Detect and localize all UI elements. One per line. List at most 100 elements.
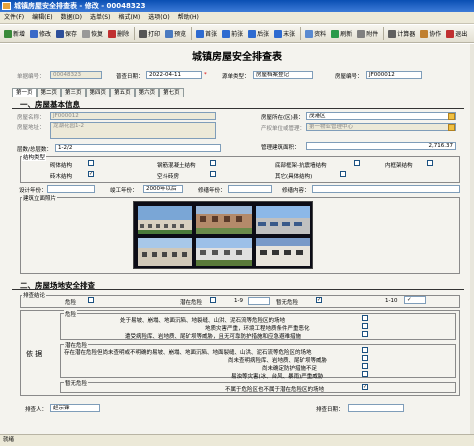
house-no-field[interactable]: JF000012	[366, 71, 422, 79]
repair-content-field[interactable]	[312, 185, 460, 193]
tab-page-7[interactable]: 第七页	[159, 88, 184, 97]
new-button[interactable]: 新增	[2, 26, 27, 42]
check-date-field[interactable]: 2022-04-11	[146, 71, 202, 79]
save-button[interactable]: 保存	[54, 26, 79, 42]
building-facade-photo[interactable]	[133, 201, 313, 269]
undo-button[interactable]: 恢复	[80, 26, 105, 42]
tab-page-5[interactable]: 第五页	[110, 88, 135, 97]
calculator-icon	[388, 29, 397, 38]
menu-format[interactable]: 格式(M)	[114, 12, 144, 24]
danger-item-2-checkbox[interactable]	[362, 323, 368, 329]
data-button[interactable]: 资料	[303, 26, 328, 42]
conclusion-range-1-field[interactable]	[248, 297, 270, 305]
next-button[interactable]: 后张	[246, 26, 271, 42]
page-tabs: 第一页 第二页 第三页 第四页 第五页 第六页 第七页	[12, 88, 184, 97]
section-divider-2	[12, 289, 464, 290]
house-addr-label: 房屋地址：	[17, 125, 45, 131]
struct-frame-checkbox[interactable]	[354, 160, 360, 166]
struct-hollow-checkbox[interactable]	[210, 171, 216, 177]
source-type-field[interactable]: 房屋档案登记	[253, 71, 313, 79]
tab-page-6[interactable]: 第六页	[134, 88, 160, 97]
inspector-field[interactable]: 赵宗锋	[50, 404, 100, 412]
struct-inner-frame-checkbox[interactable]	[427, 160, 433, 166]
potential-item-2-checkbox[interactable]	[362, 355, 368, 361]
potential-item-4: 易浊等灾害(冰、台风、暴雨)严重威胁	[231, 374, 324, 380]
repair-year-field[interactable]	[228, 185, 272, 193]
struct-other-checkbox[interactable]	[340, 171, 346, 177]
conclusion-none-checkbox[interactable]: ✓	[316, 297, 322, 303]
form-title: 城镇房屋安全排查表	[192, 52, 282, 63]
delete-button[interactable]: 删除	[106, 26, 131, 42]
last-button[interactable]: 末张	[272, 26, 297, 42]
house-addr-field[interactable]: 龙湖花园1-2	[50, 122, 216, 139]
district-picker-icon[interactable]	[448, 113, 455, 120]
potential-item-1-checkbox[interactable]	[362, 347, 368, 353]
print-button[interactable]: 打印	[137, 26, 162, 42]
prev-button[interactable]: 前张	[220, 26, 245, 42]
menu-data[interactable]: 数据(D)	[57, 12, 86, 24]
struct-brickwood-checkbox[interactable]: ✓	[88, 171, 94, 177]
menu-edit[interactable]: 编辑(E)	[28, 12, 56, 24]
tab-page-2[interactable]: 第二页	[36, 88, 62, 97]
toolbar-label: 计算器	[397, 31, 416, 38]
district-field[interactable]: 茂港区	[306, 112, 456, 120]
refresh-button[interactable]: 刷新	[329, 26, 354, 42]
danger-item-1-checkbox[interactable]	[362, 315, 368, 321]
conclusion-range-2-field[interactable]: ✓	[404, 296, 426, 304]
conclusion-danger-checkbox[interactable]	[88, 297, 94, 303]
vertical-scrollbar[interactable]	[470, 44, 474, 434]
menu-help[interactable]: 帮助(H)	[174, 12, 203, 24]
struct-masonry-checkbox[interactable]	[88, 160, 94, 166]
conclusion-danger-label: 危险	[65, 300, 77, 306]
unit-field[interactable]: 第一物业管理中心	[306, 123, 456, 131]
doc-no-label: 单据编号：	[17, 74, 45, 80]
tab-page-1[interactable]: 第一页	[12, 88, 37, 97]
app-icon	[2, 2, 11, 10]
danger-item-3-checkbox[interactable]	[362, 331, 368, 337]
design-year-field[interactable]	[47, 185, 95, 193]
house-name-field[interactable]: JF000012	[50, 112, 216, 120]
potential-item-3-checkbox[interactable]	[362, 363, 368, 369]
exit-button[interactable]: 退出	[444, 26, 469, 42]
build-year-field[interactable]: 2000年以后	[143, 185, 183, 193]
collab-button[interactable]: 协作	[418, 26, 443, 42]
exit-icon	[446, 29, 455, 38]
menu-select[interactable]: 选单(S)	[86, 12, 115, 24]
toolbar-label: 预览	[174, 31, 187, 38]
none-subgroup-title: 暂无危险	[64, 379, 89, 387]
unit-picker-icon[interactable]	[448, 124, 455, 131]
toolbar-separator	[383, 27, 385, 40]
toolbar-label: 打印	[148, 31, 161, 38]
prev-icon	[222, 29, 231, 38]
tab-page-3[interactable]: 第三页	[61, 88, 86, 97]
collab-icon	[420, 29, 429, 38]
menu-file[interactable]: 文件(F)	[0, 12, 28, 24]
floors-field[interactable]: 1-2/2	[55, 144, 221, 152]
struct-other-label: 其它(具体结构)	[275, 174, 313, 180]
toolbar-label: 首张	[205, 31, 218, 38]
struct-frame-label: 底部框架-抗震墙结构	[275, 163, 327, 169]
first-button[interactable]: 首张	[194, 26, 219, 42]
unit-label: 产权单位或管理：	[261, 126, 306, 132]
tab-page-4[interactable]: 第四页	[85, 88, 111, 97]
area-field[interactable]: 2,716.37	[306, 142, 456, 150]
first-icon	[196, 29, 205, 38]
potential-item-4-checkbox[interactable]	[362, 371, 368, 377]
attach-icon	[357, 29, 366, 38]
struct-rc-checkbox[interactable]	[210, 160, 216, 166]
required-mark: *	[204, 72, 207, 78]
conclusion-potential-checkbox[interactable]	[210, 297, 216, 303]
toolbar-label: 前张	[231, 31, 244, 38]
window-title: 城镇房屋安全排查表 - 修改 - 00048323	[14, 2, 146, 10]
attach-button[interactable]: 附件	[355, 26, 380, 42]
edit-button[interactable]: 修改	[28, 26, 53, 42]
none-item: 不属于危险区也不属于潜在危险区的场地	[225, 387, 325, 393]
toolbar-label: 末张	[283, 31, 296, 38]
preview-button[interactable]: 预览	[163, 26, 188, 42]
menu-options[interactable]: 选项(O)	[144, 12, 173, 24]
inspect-date-field[interactable]	[348, 404, 404, 412]
structure-group-title: 结构类型	[22, 153, 47, 161]
none-item-checkbox[interactable]: ✓	[362, 384, 368, 390]
calculator-button[interactable]: 计算器	[386, 26, 417, 42]
doc-no-field[interactable]: 00048323	[50, 71, 102, 79]
